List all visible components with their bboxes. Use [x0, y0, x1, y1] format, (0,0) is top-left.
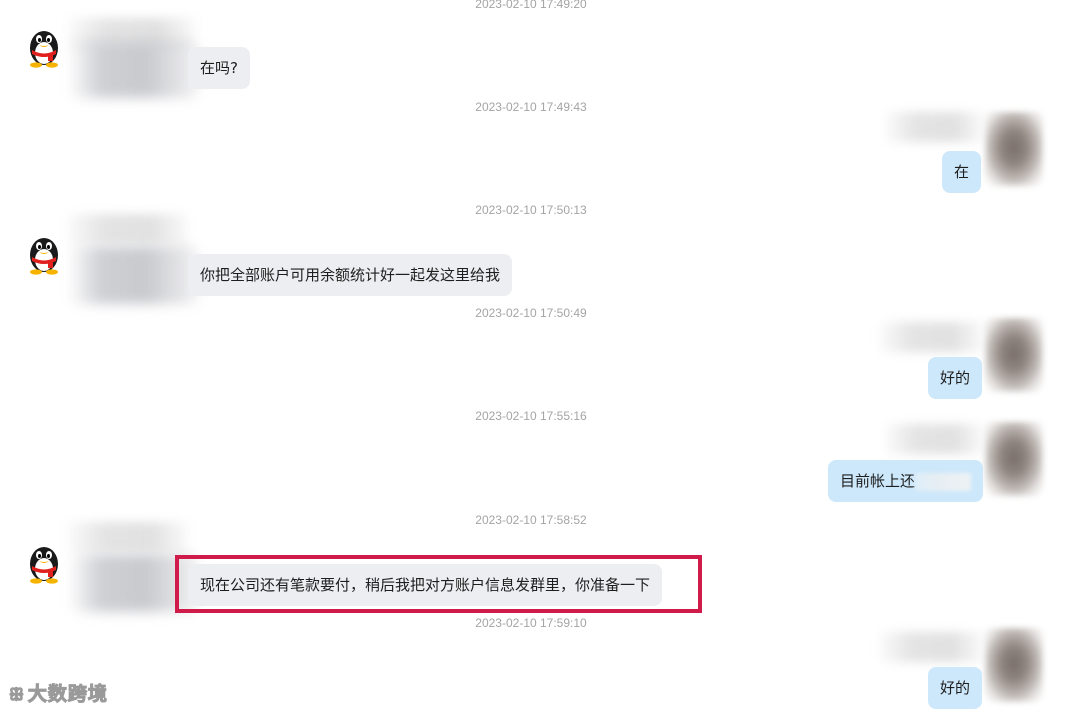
message-text: 好的 — [940, 679, 971, 697]
sender-name-redacted — [68, 214, 188, 244]
redacted-area — [68, 40, 198, 98]
sender-name-redacted — [880, 322, 984, 352]
user-avatar[interactable] — [985, 422, 1043, 496]
message-timestamp: 2023-02-10 17:55:16 — [475, 409, 587, 423]
qq-penguin-icon[interactable] — [24, 540, 64, 584]
watermark-text: 大数跨境 — [27, 683, 108, 706]
user-avatar[interactable] — [985, 112, 1043, 186]
watermark-logo-icon: ꕥ — [9, 685, 25, 705]
message-text: 你把全部账户可用余额统计好一起发这里给我 — [200, 266, 501, 284]
message-timestamp: 2023-02-10 17:59:10 — [475, 616, 587, 630]
message-bubble[interactable]: 在吗? — [188, 47, 250, 89]
message-bubble[interactable]: 好的 — [928, 357, 983, 399]
watermark: ꕥ 大数跨境 — [9, 679, 108, 706]
message-timestamp: 2023-02-10 17:49:20 — [475, 0, 587, 11]
message-text: 在吗? — [200, 59, 238, 77]
message-bubble[interactable]: 目前帐上还 — [828, 460, 984, 502]
message-text: 目前帐上还 — [840, 472, 916, 490]
user-avatar[interactable] — [985, 628, 1043, 702]
message-bubble[interactable]: 好的 — [928, 667, 983, 709]
qq-penguin-icon[interactable] — [24, 231, 64, 275]
message-bubble[interactable]: 你把全部账户可用余额统计好一起发这里给我 — [188, 254, 513, 296]
highlight-box — [175, 555, 702, 613]
sender-name-redacted — [886, 112, 984, 142]
redacted-amount — [915, 472, 972, 491]
message-text: 在 — [954, 163, 970, 181]
sender-name-redacted — [68, 522, 188, 552]
sender-name-redacted — [886, 424, 984, 454]
user-avatar[interactable] — [985, 318, 1043, 392]
message-bubble[interactable]: 在 — [942, 151, 982, 193]
message-timestamp: 2023-02-10 17:50:49 — [475, 306, 587, 320]
redacted-area — [68, 246, 198, 304]
message-text: 好的 — [940, 369, 971, 387]
qq-penguin-icon[interactable] — [24, 24, 64, 68]
sender-name-redacted — [880, 632, 984, 662]
